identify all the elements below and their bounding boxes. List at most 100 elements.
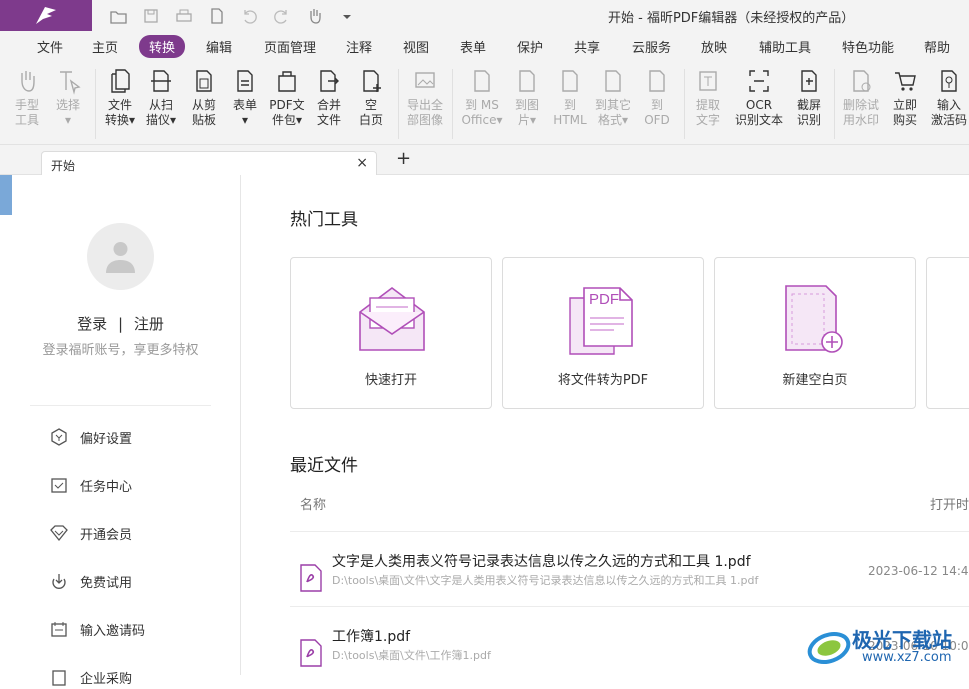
sidebar-item-task-center[interactable]: 任务中心 xyxy=(50,473,230,497)
account-sidebar: 登录 | 注册 登录福昕账号，享更多特权 偏好设置 任务中心 开通会员 免费试用… xyxy=(0,175,241,687)
customize-quick-access-icon[interactable] xyxy=(340,5,354,27)
file-name: 文字是人类用表义符号记录表达信息以传之久远的方式和工具 1.pdf xyxy=(332,554,751,570)
sidebar-divider xyxy=(30,405,211,406)
recent-files-title: 最近文件 xyxy=(290,456,358,476)
col-time-header[interactable]: 打开时 xyxy=(930,494,969,513)
convert-to-pdf-card[interactable]: 将文件转为PDF PDF xyxy=(502,257,704,409)
quick-open-card[interactable]: 快速打开 xyxy=(290,257,492,409)
title-bar: 开始 - 福昕PDF编辑器（未经授权的产品） xyxy=(0,0,969,31)
menu-protect[interactable]: 保护 xyxy=(517,37,543,56)
merge-icon xyxy=(320,70,339,92)
new-tab-button[interactable]: + xyxy=(396,148,411,169)
to-ofd-button[interactable]: 到 OFD xyxy=(629,67,685,128)
sidebar-item-label: 偏好设置 xyxy=(80,432,133,447)
print-icon[interactable] xyxy=(173,5,195,27)
menu-form[interactable]: 表单 xyxy=(460,37,486,56)
to-ofd-icon xyxy=(649,70,665,92)
blank-page-button[interactable]: 空 白页 xyxy=(343,67,399,128)
file-path: D:\tools\桌面\文件\文字是人类用表义符号记录表达信息以传之久远的方式和… xyxy=(332,574,759,587)
card-label: 将文件转为PDF xyxy=(557,373,649,388)
pdf-package-icon xyxy=(278,71,296,92)
tab-start[interactable]: 开始 × xyxy=(41,151,377,176)
avatar[interactable] xyxy=(87,223,154,290)
hand-tool-quick-icon[interactable] xyxy=(304,5,326,27)
undo-icon[interactable] xyxy=(238,5,260,27)
scanner-icon xyxy=(151,70,171,92)
close-tab-icon[interactable]: × xyxy=(356,155,368,171)
menu-view[interactable]: 视图 xyxy=(403,37,429,56)
ocr-icon xyxy=(749,70,769,92)
header-divider xyxy=(290,531,969,532)
sidebar-item-invite-code[interactable]: 输入邀请码 xyxy=(50,617,230,641)
pdf-badge: PDF xyxy=(589,291,619,308)
export-all-images-button[interactable]: 导出全 部图像 xyxy=(397,67,453,128)
app-logo[interactable] xyxy=(0,0,92,31)
menu-slideshow[interactable]: 放映 xyxy=(701,37,727,56)
menu-features[interactable]: 特色功能 xyxy=(842,37,894,56)
select-button[interactable]: 选择 ▾ xyxy=(40,67,96,128)
hot-tools-title: 热门工具 xyxy=(290,210,358,230)
sidebar-item-membership[interactable]: 开通会员 xyxy=(50,521,230,545)
extract-text-icon xyxy=(699,71,717,91)
screenshot-ocr-button[interactable]: 截屏 识别 xyxy=(781,67,837,128)
pdf-file-icon xyxy=(300,639,322,667)
new-blank-page-card[interactable]: 新建空白页 xyxy=(714,257,916,409)
save-icon[interactable] xyxy=(140,5,162,27)
menu-share[interactable]: 共享 xyxy=(574,37,600,56)
key-icon xyxy=(941,70,957,92)
menu-convert[interactable]: 转换 xyxy=(139,35,186,58)
menu-help[interactable]: 帮助 xyxy=(924,37,950,56)
to-other-icon xyxy=(605,70,621,92)
invite-code-icon xyxy=(51,622,67,637)
sidebar-item-label: 输入邀请码 xyxy=(80,624,146,639)
foxit-logo-icon xyxy=(36,7,56,24)
to-html-icon xyxy=(562,70,578,92)
to-office-icon xyxy=(474,70,490,92)
document-tab-strip: 开始 × + xyxy=(0,145,969,176)
menu-accessibility[interactable]: 辅助工具 xyxy=(759,37,811,56)
col-name-header[interactable]: 名称 xyxy=(300,494,326,513)
to-image-icon xyxy=(519,70,535,92)
sidebar-item-enterprise[interactable]: 企业采购 xyxy=(50,665,230,689)
menu-cloud[interactable]: 云服务 xyxy=(632,37,671,56)
row-divider xyxy=(290,606,969,607)
menu-edit[interactable]: 编辑 xyxy=(206,37,232,56)
extract-text-button[interactable]: 提取 文字 xyxy=(680,67,736,128)
form-icon xyxy=(237,70,253,92)
sidebar-item-free-trial[interactable]: 免费试用 xyxy=(50,569,230,593)
pdf-file-icon xyxy=(300,564,322,592)
register-link[interactable]: 注册 xyxy=(134,315,164,333)
select-text-icon xyxy=(60,71,81,95)
watermark-url: www.xz7.com xyxy=(862,650,952,665)
more-tools-card[interactable] xyxy=(926,257,969,409)
ocr-button[interactable]: OCR 识别文本 xyxy=(730,67,788,128)
sidebar-item-label: 免费试用 xyxy=(80,576,133,591)
enterprise-icon xyxy=(52,670,66,686)
menu-comment[interactable]: 注释 xyxy=(346,37,372,56)
sidebar-item-label: 开通会员 xyxy=(80,528,133,543)
site-watermark: 极光下载站 www.xz7.com xyxy=(806,620,969,675)
login-link[interactable]: 登录 xyxy=(77,315,107,333)
recent-file-row[interactable]: 文字是人类用表义符号记录表达信息以传之久远的方式和工具 1.pdf D:\too… xyxy=(290,548,969,608)
envelope-open-icon xyxy=(359,287,425,351)
sidebar-item-preferences[interactable]: 偏好设置 xyxy=(50,425,230,449)
redo-icon[interactable] xyxy=(271,5,293,27)
card-label: 快速打开 xyxy=(364,373,417,388)
hand-icon xyxy=(21,71,35,92)
clipboard-icon xyxy=(196,70,212,92)
menu-home[interactable]: 主页 xyxy=(92,37,118,56)
menu-file[interactable]: 文件 xyxy=(37,37,63,56)
sidebar-item-label: 企业采购 xyxy=(80,672,133,687)
ribbon-separator xyxy=(452,69,453,139)
file-open-time: 2023-06-12 14:46 xyxy=(868,564,969,578)
cart-icon xyxy=(895,72,916,91)
menu-page-manage[interactable]: 页面管理 xyxy=(264,37,316,56)
user-icon xyxy=(106,242,135,273)
login-separator: | xyxy=(117,315,124,333)
new-doc-icon[interactable] xyxy=(206,5,228,27)
file-name: 工作簿1.pdf xyxy=(332,629,411,645)
enter-activation-code-button[interactable]: 输入 激活码 xyxy=(921,67,969,128)
open-folder-icon[interactable] xyxy=(107,5,129,27)
watermark-text: 极光下载站 xyxy=(852,628,952,652)
file-convert-icon xyxy=(111,69,130,93)
